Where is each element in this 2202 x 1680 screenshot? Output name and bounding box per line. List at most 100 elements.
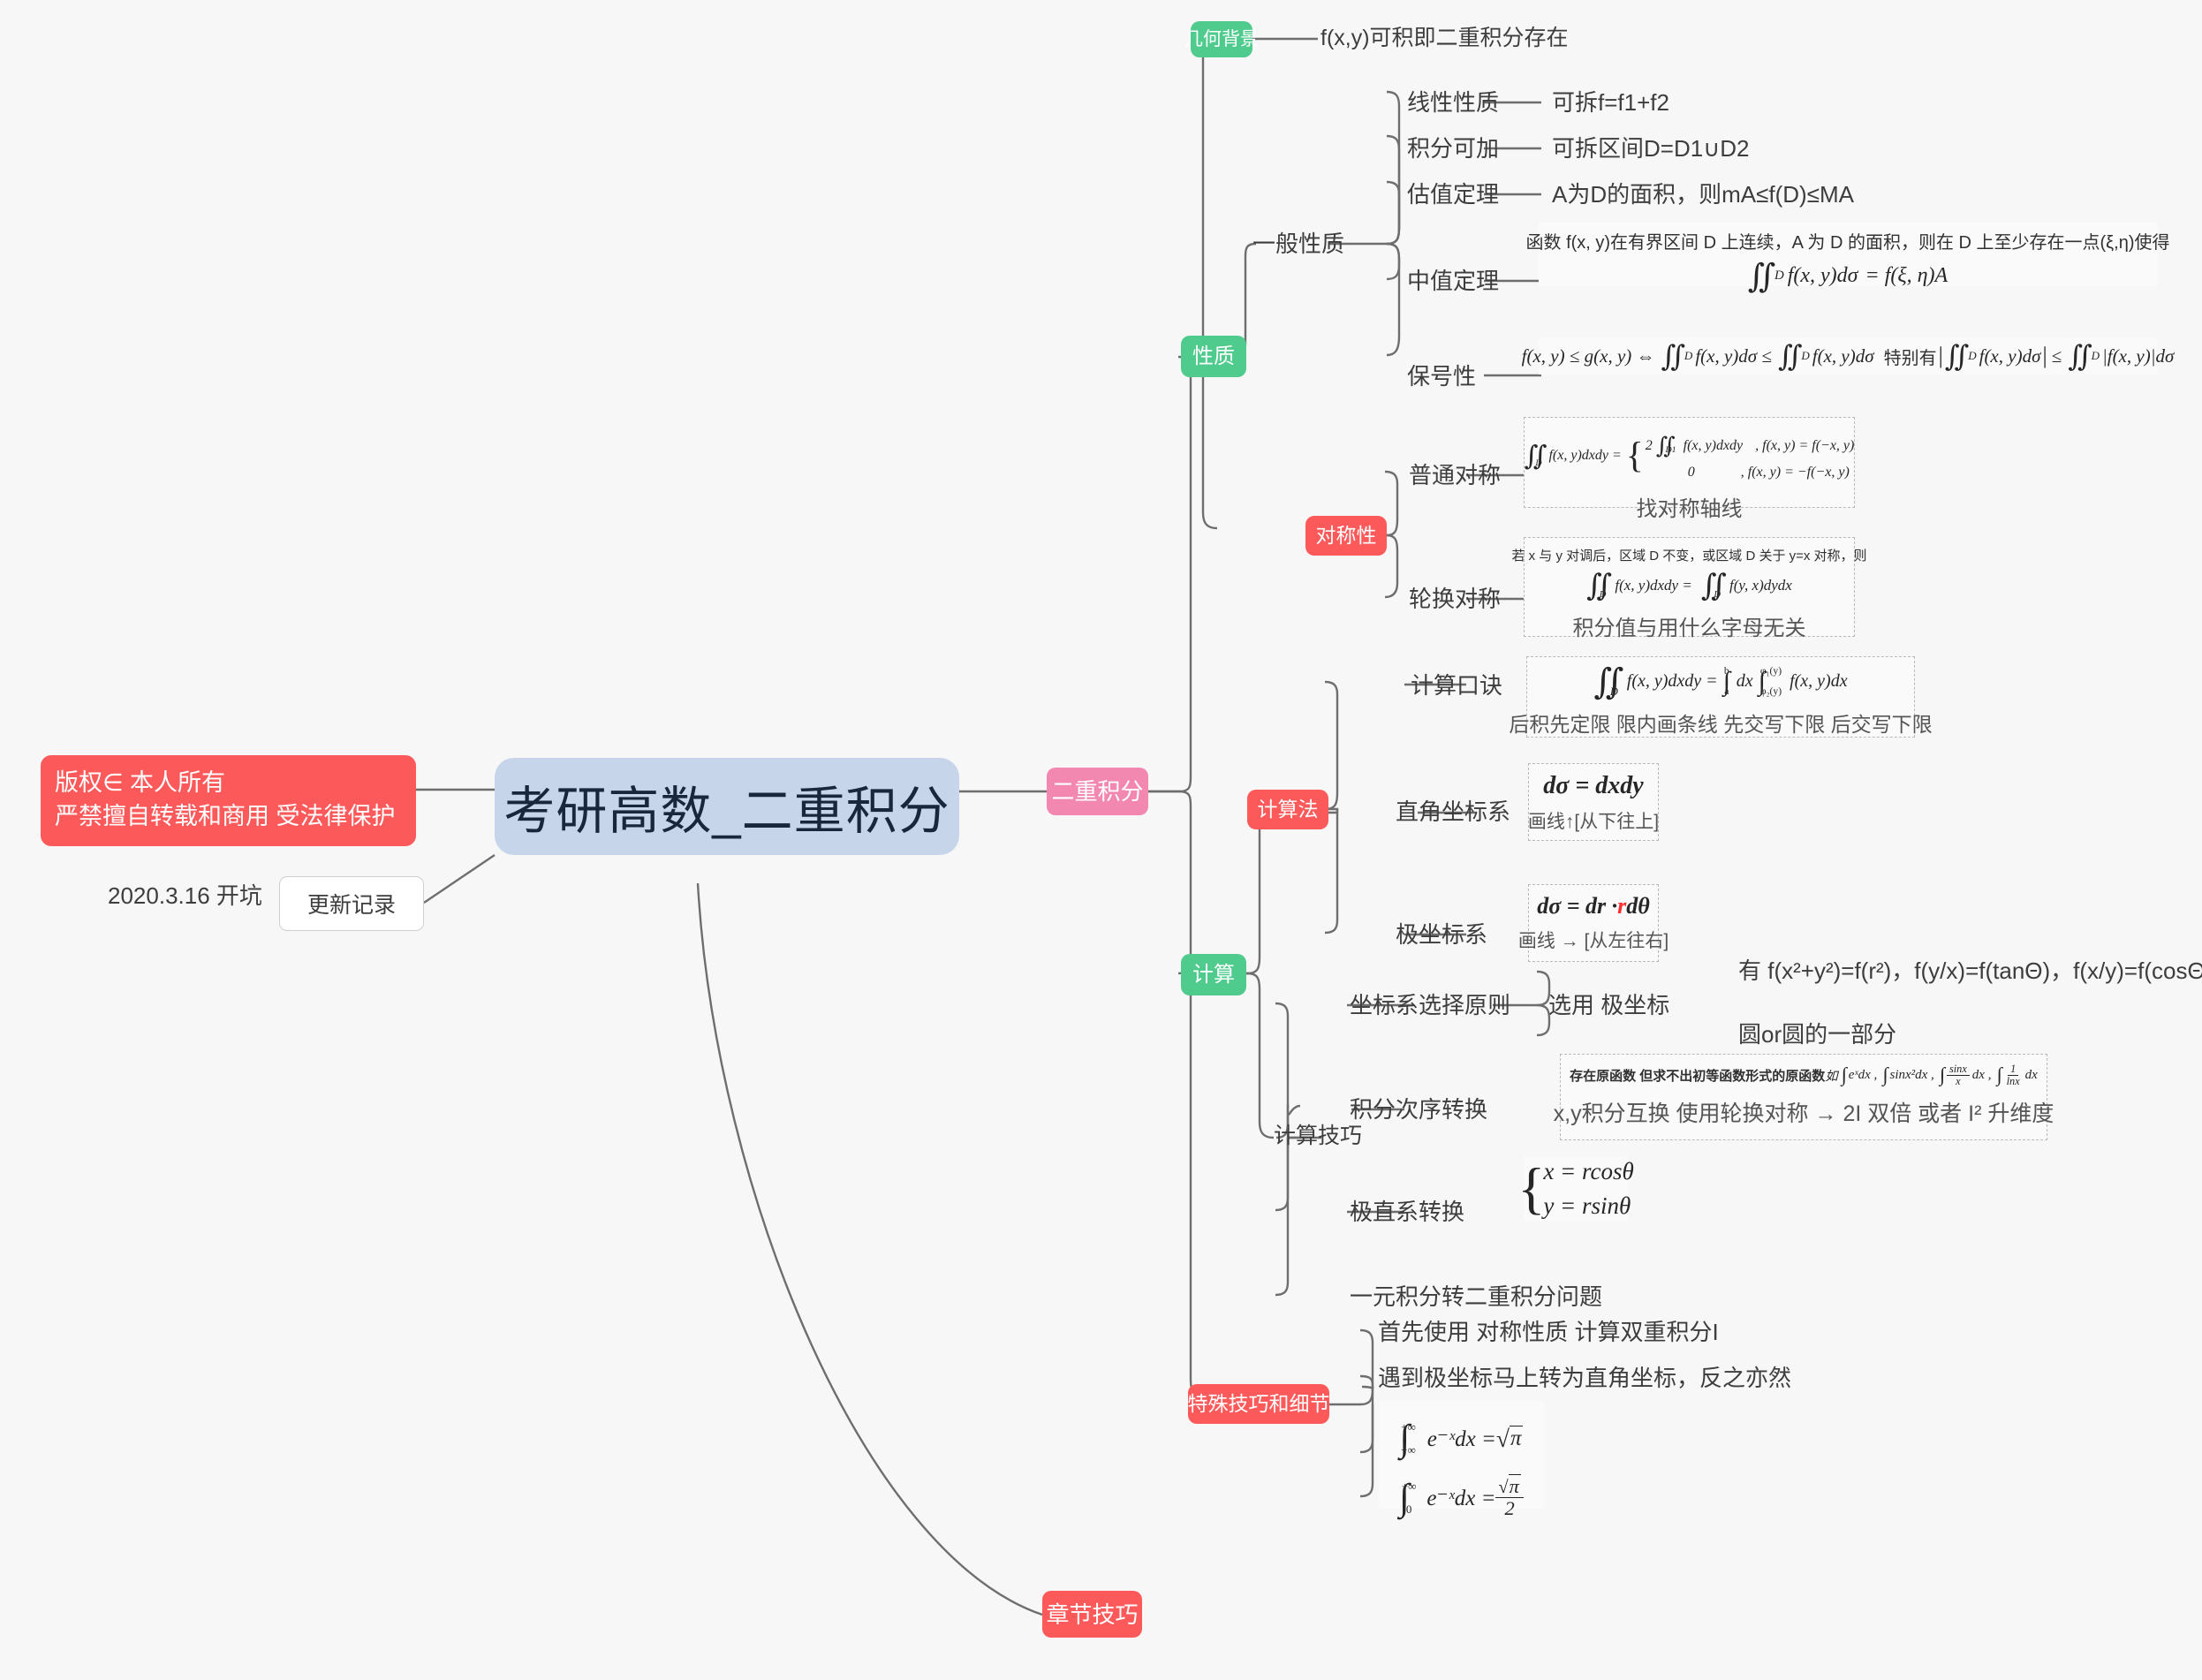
special-f2-body: e⁻ˣdx = (1426, 1486, 1496, 1510)
copyright-line-2: 严禁擅自转载和商用 受法律保护 (55, 803, 396, 830)
order-swap-label[interactable]: 积分次序转换 (1350, 1096, 1487, 1124)
polar-cart-line1: x = rcosθ (1543, 1157, 1634, 1184)
calc-lim-b: b (1723, 665, 1729, 677)
single-to-double-label[interactable]: 一元积分转二重积分问题 (1350, 1283, 1602, 1311)
special-f1-upper: +∞ (1401, 1420, 1416, 1434)
special-f2-upper: +∞ (1401, 1479, 1417, 1493)
cartesian-label[interactable]: 直角坐标系 (1396, 798, 1510, 826)
sym-ord-case1-cond: , f(x, y) = f(−x, y) (1755, 437, 1855, 453)
symmetry-exchange-label[interactable]: 轮换对称 (1409, 586, 1501, 613)
calc-lim-p1: φ₁(y) (1759, 665, 1782, 677)
branch-symmetry[interactable]: 对称性 (1305, 516, 1387, 556)
sym-exc-lhs: f(x, y)dxdy = (1615, 577, 1692, 594)
calc-formula-caption: 后积先定限 限内画条线 先交写下限 后交写下限 (1509, 713, 1933, 736)
sym-exc-sub-d1: D (1599, 589, 1607, 600)
special-formula-box: ∫ +∞ x −∞ e⁻ˣdx = √π ∫ +∞ x 0 e⁻ˣdx = √π… (1379, 1401, 1544, 1518)
sign-sub-d-2: D (1801, 349, 1810, 362)
special-item-1: 遇到极坐标马上转为直角坐标，反之亦然 (1378, 1365, 1792, 1391)
branch-calc-skill[interactable]: 计算技巧 (1274, 1124, 1362, 1149)
sign-part3: f(x, y)dσ (1812, 344, 1874, 367)
special-f2-lower: 0 (1405, 1502, 1412, 1516)
order-swap-i3-tail: dx , (1971, 1067, 1992, 1082)
mean-value-rhs: = f(ξ, η)A (1865, 264, 1949, 287)
calc-lim-p2: φ₂(y) (1759, 685, 1782, 698)
general-prop-label-2[interactable]: 估值定理 (1407, 181, 1499, 208)
update-record-box[interactable]: 更新记录 (279, 876, 424, 931)
polar-cart-line2: y = rsinθ (1543, 1192, 1631, 1219)
polar-label[interactable]: 极坐标系 (1396, 921, 1487, 949)
mean-value-sub-d: D (1774, 269, 1784, 283)
mean-value-text: 函数 f(x, y)在有界区间 D 上连续，A 为 D 的面积，则在 D 上至少… (1525, 233, 2170, 253)
sym-ord-case1-coef: 2 (1645, 437, 1653, 453)
general-prop-label-4[interactable]: 保号性 (1407, 363, 1476, 390)
sign-part2: f(x, y)dσ ≤ (1695, 344, 1772, 367)
general-prop-label-1[interactable]: 积分可加 (1407, 135, 1499, 163)
update-date-label: 2020.3.16 开坑 (108, 882, 262, 909)
sign-preserving-box: f(x, y) ≤ g(x, y) ⇔ ∬ D f(x, y)dσ ≤ ∬ D f(… (1522, 337, 2174, 375)
order-swap-caption: x,y积分互换 使用轮换对称 → 2I 双倍 或者 I² 升维度 (1553, 1101, 2054, 1126)
order-swap-text-a: 存在原函数 但求不出初等函数形式的原函数 (1570, 1068, 1826, 1084)
copyright-line-1: 版权∈ 本人所有 (55, 769, 226, 796)
calc-formula-dx: dx (1736, 671, 1753, 691)
order-swap-i4-num: 1 (2008, 1063, 2019, 1076)
order-swap-i4-den: lnx (2006, 1074, 2020, 1087)
general-prop-label-0[interactable]: 线性性质 (1407, 89, 1499, 117)
order-swap-i2: sinx²dx , (1889, 1067, 1934, 1082)
special-f2-den: 2 (1504, 1497, 1515, 1520)
coord-choice-item-0: 有 f(x²+y²)=f(r²)，f(y/x)=f(tanΘ)，f(x/y)=f… (1738, 957, 2202, 984)
polar-formula-r: r (1617, 893, 1627, 919)
sym-exc-sub-d2: D (1714, 589, 1721, 600)
mean-value-theorem-box: 函数 f(x, y)在有界区间 D 上连续，A 为 D 的面积，则在 D 上至少… (1526, 223, 2169, 295)
special-f1-body: e⁻ˣdx = (1426, 1426, 1496, 1451)
sign-part6: ≤ (2051, 344, 2062, 367)
general-prop-label-3[interactable]: 中值定理 (1407, 268, 1499, 295)
special-f2-num: π (1508, 1474, 1521, 1498)
sym-ord-sub-d1: D1 (1665, 445, 1676, 456)
geometry-leaf: f(x,y)可积即二重积分存在 (1320, 26, 1569, 50)
special-f1-lower: −∞ (1401, 1443, 1416, 1457)
sign-part1: f(x, y) ≤ g(x, y) ⇔ (1521, 344, 1655, 367)
polar-cart-box: { x = rcosθ y = rsinθ (1517, 1157, 1634, 1221)
calc-formula-label[interactable]: 计算口诀 (1411, 672, 1502, 700)
branch-general-props[interactable]: 一般性质 (1252, 231, 1344, 258)
sign-part4: 特别有 (1883, 348, 1937, 368)
sign-sub-d-4: D (2091, 349, 2100, 362)
sym-ord-sub-d: D (1535, 458, 1542, 468)
branch-properties[interactable]: 性质 (1181, 336, 1246, 377)
polar-box: dσ = dr · r dθ 画线 → [从左往右] (1517, 884, 1669, 962)
sym-ord-lhs: f(x, y)dxdy = (1548, 448, 1622, 464)
branch-calculation[interactable]: 计算 (1181, 954, 1246, 995)
sign-part7: |f(x, y)|dσ (2102, 344, 2175, 367)
mindmap-canvas: 版权∈ 本人所有 严禁擅自转载和商用 受法律保护 2020.3.16 开坑 更新… (0, 0, 2202, 1680)
general-prop-value-0: 可拆f=f1+f2 (1552, 89, 1669, 116)
polar-cart-label[interactable]: 极直系转换 (1350, 1199, 1464, 1226)
branch-calc-method[interactable]: 计算法 (1247, 790, 1328, 829)
polar-caption: 画线 → [从左往右] (1517, 931, 1669, 951)
order-swap-i3-num: sinx (1946, 1063, 1970, 1076)
mean-value-lhs: f(x, y)dσ (1787, 264, 1858, 287)
sign-sub-d-1: D (1684, 349, 1693, 362)
sym-exc-text: 若 x 与 y 对调后，区域 D 不变，或区域 D 关于 y=x 对称，则 (1511, 549, 1867, 564)
branch-double-integral[interactable]: 二重积分 (1047, 768, 1148, 815)
branch-chapter-skill[interactable]: 章节技巧 (1042, 1591, 1142, 1638)
order-swap-text-b: 如 (1825, 1069, 1838, 1084)
sym-ord-case2-cond: , f(x, y) = −f(−x, y) (1740, 465, 1850, 481)
branch-geometry[interactable]: 几何背景 (1184, 21, 1259, 57)
order-swap-i1: eˣdx , (1848, 1067, 1878, 1082)
sym-ord-case1-int: f(x, y)dxdy (1683, 437, 1744, 453)
root-node[interactable]: 考研高数_二重积分 (495, 758, 959, 855)
general-prop-value-1: 可拆区间D=D1∪D2 (1552, 135, 1750, 162)
cartesian-box: dσ = dxdy 画线↑[从下往上] (1528, 763, 1659, 841)
coord-choice-label[interactable]: 坐标系选择原则 (1350, 992, 1510, 1019)
sym-ord-case2-val: 0 (1687, 465, 1695, 481)
special-item-0: 首先使用 对称性质 计算双重积分I (1378, 1319, 1719, 1345)
sign-part5: f(x, y)dσ (1979, 344, 2041, 367)
branch-special[interactable]: 特殊技巧和细节 (1188, 1384, 1330, 1424)
polar-formula-a: dσ = dr · (1537, 893, 1618, 919)
sym-ord-caption: 找对称轴线 (1636, 497, 1743, 522)
order-swap-box: 存在原函数 但求不出初等函数形式的原函数 如 ∫ eˣdx , ∫ sinx²dx … (1553, 1054, 2054, 1140)
coord-choice-mid[interactable]: 选用 极坐标 (1548, 992, 1669, 1019)
symmetry-exchange-box: 若 x 与 y 对调后，区域 D 不变，或区域 D 关于 y=x 对称，则 ∬ D… (1511, 537, 1867, 640)
sym-exc-rhs: f(y, x)dydx (1729, 577, 1792, 594)
symmetry-ordinary-label[interactable]: 普通对称 (1409, 462, 1501, 489)
